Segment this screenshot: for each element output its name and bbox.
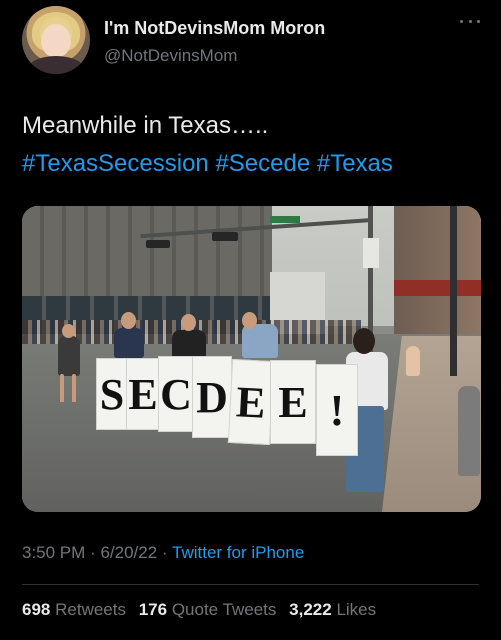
retweets-label: Retweets — [55, 600, 126, 619]
tweet-body: Meanwhile in Texas….. — [22, 112, 269, 139]
tweet-stats: 698 Retweets 176 Quote Tweets 3,222 Like… — [22, 600, 376, 620]
author-handle[interactable]: @NotDevinsMom — [104, 46, 237, 66]
likes-stat[interactable]: 3,222 Likes — [289, 600, 376, 619]
meta-separator: · — [90, 543, 96, 562]
quotes-stat[interactable]: 176 Quote Tweets — [139, 600, 277, 619]
tweet-header: I'm NotDevinsMom Moron @NotDevinsMom — [22, 6, 482, 76]
sign-letter: E — [126, 358, 160, 430]
tweet-text: Meanwhile in Texas….. #TexasSecession #S… — [22, 107, 487, 183]
sign-letter: D — [192, 356, 232, 438]
sign-letter: E — [227, 358, 275, 446]
more-options-icon[interactable] — [460, 16, 480, 26]
quotes-count: 176 — [138, 600, 168, 619]
divider — [22, 584, 479, 585]
secede-sign: S E C D E E ! — [96, 344, 380, 456]
author-display-name[interactable]: I'm NotDevinsMom Moron — [104, 18, 325, 39]
quotes-label: Quote Tweets — [171, 600, 277, 619]
meta-separator: · — [161, 543, 168, 562]
retweets-count: 698 — [22, 600, 51, 619]
tweet-date[interactable]: 6/20/22 — [100, 543, 157, 562]
tweet-source[interactable]: Twitter for iPhone — [172, 543, 304, 562]
tweet-meta: 3:50 PM · 6/20/22 · Twitter for iPhone — [22, 543, 304, 563]
tweet-hashtags[interactable]: #TexasSecession #Secede #Texas — [22, 145, 487, 183]
likes-count: 3,222 — [289, 600, 332, 619]
sign-letter: E — [270, 360, 316, 444]
tweet-photo[interactable]: S E C D E E ! — [22, 206, 481, 512]
retweets-stat[interactable]: 698 Retweets — [22, 600, 126, 619]
sign-letter: C — [158, 356, 194, 432]
avatar[interactable] — [22, 6, 90, 74]
sign-letter: S — [96, 358, 128, 430]
likes-label: Likes — [336, 600, 377, 619]
tweet-time[interactable]: 3:50 PM — [22, 543, 85, 562]
sign-letter: ! — [316, 364, 358, 456]
